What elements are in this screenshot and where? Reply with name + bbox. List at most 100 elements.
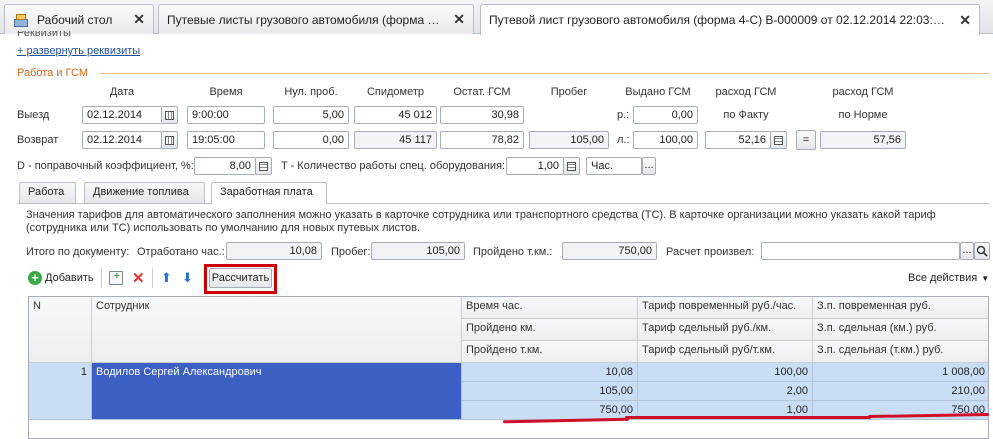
departure-zero-run-field[interactable]: 5,00 xyxy=(273,106,349,124)
calculator-icon[interactable] xyxy=(564,157,580,175)
col-time: Время xyxy=(209,86,243,98)
chevron-down-icon: ▼ xyxy=(981,273,990,283)
tab-salary[interactable]: Заработная плата xyxy=(211,182,327,204)
calendar-icon[interactable] xyxy=(162,131,178,149)
work-amount-field[interactable]: 1,00 xyxy=(506,157,564,175)
worked-hours-field[interactable]: 10,08 xyxy=(226,242,322,260)
return-fuel-fact-field[interactable]: 52,16 xyxy=(705,131,771,149)
plus-icon: + xyxy=(28,271,42,285)
header-tkm-pay[interactable]: З.п. сдельная (т.км.) руб. xyxy=(813,341,988,363)
header-hourly-rate[interactable]: Тариф повременный руб./час. xyxy=(638,297,813,319)
close-icon[interactable]: ✕ xyxy=(125,11,145,28)
calculated-by-select-button[interactable]: ... xyxy=(960,242,974,260)
totals-label: Итого по документу: xyxy=(26,246,130,258)
search-icon[interactable] xyxy=(974,242,990,260)
calculator-icon[interactable] xyxy=(256,157,272,175)
close-icon[interactable]: ✕ xyxy=(951,12,971,29)
coef-field[interactable]: 8,00 xyxy=(194,157,256,175)
hourly-pay-cell[interactable]: 1 008,00 xyxy=(813,363,988,382)
col-speedometer: Спидометр xyxy=(366,86,425,98)
tab-waybill-document[interactable]: Путевой лист грузового автомобиля (форма… xyxy=(480,4,980,35)
return-date-field[interactable]: 02.12.2014 xyxy=(82,131,162,149)
km-pay-cell[interactable]: 210,00 xyxy=(813,382,988,401)
tab-fuel-movement[interactable]: Движение топлива xyxy=(84,182,205,203)
departure-label: Выезд xyxy=(17,109,50,121)
calendar-icon[interactable] xyxy=(162,106,178,124)
col-date: Дата xyxy=(109,86,135,98)
departure-time-field[interactable]: 9:00:00 xyxy=(187,106,265,124)
fuel-fact-sublabel: по Факту xyxy=(723,109,769,121)
return-time-field[interactable]: 19:05:00 xyxy=(187,131,265,149)
tab-work[interactable]: Работа xyxy=(19,182,76,203)
tab-desktop[interactable]: Рабочий стол ✕ xyxy=(4,4,154,34)
all-actions-label: Все действия xyxy=(908,272,978,284)
toolbar-separator xyxy=(101,268,102,288)
hours-cell[interactable]: 10,08 xyxy=(462,363,638,382)
total-tkm-label: Пройдено т.км.: xyxy=(473,246,553,258)
employee-cell[interactable]: Водилов Сергей Александрович xyxy=(92,363,462,420)
return-fuel-rest-field[interactable]: 78,82 xyxy=(440,131,524,149)
all-actions-menu[interactable]: Все действия ▼ xyxy=(908,272,989,284)
move-up-icon[interactable]: ⬆ xyxy=(161,270,172,286)
header-n[interactable]: N xyxy=(29,297,92,363)
calculate-button[interactable]: Рассчитать xyxy=(209,268,272,288)
departure-date-field[interactable]: 02.12.2014 xyxy=(82,106,162,124)
requisites-label-cut: Реквизиты xyxy=(17,31,71,39)
tab-label: Путевой лист грузового автомобиля (форма… xyxy=(489,13,952,27)
departure-speedometer-field[interactable]: 45 012 xyxy=(354,106,437,124)
return-fuel-norm-field[interactable]: 57,56 xyxy=(820,131,906,149)
km-rate-cell[interactable]: 2,00 xyxy=(638,382,813,401)
return-mileage-field[interactable]: 105,00 xyxy=(529,131,609,149)
tab-label: Путевые листы грузового автомобиля (форм… xyxy=(167,12,446,27)
tab-waybills-list[interactable]: Путевые листы грузового автомобиля (форм… xyxy=(158,4,474,34)
tab-label: Рабочий стол xyxy=(37,12,113,27)
add-button-label: Добавить xyxy=(45,272,94,284)
calculator-icon[interactable] xyxy=(771,131,787,149)
row-number[interactable]: 1 xyxy=(29,363,92,420)
red-underline-annotation xyxy=(625,416,871,419)
worked-hours-label: Отработано час.: xyxy=(137,246,225,258)
delete-icon[interactable]: ✕ xyxy=(132,269,145,287)
issued-prefix-label: л.: xyxy=(617,134,630,146)
header-tkm-rate[interactable]: Тариф сдельный руб/т.км. xyxy=(638,341,813,363)
unit-select-button[interactable]: ... xyxy=(642,157,656,175)
return-zero-run-field[interactable]: 0,00 xyxy=(273,131,349,149)
header-hours[interactable]: Время час. xyxy=(462,297,638,319)
unit-field[interactable]: Час. xyxy=(586,157,642,175)
total-tkm-field[interactable]: 750,00 xyxy=(562,242,657,260)
return-fuel-issued-field[interactable]: 100,00 xyxy=(633,131,698,149)
issued-prefix-label: р.: xyxy=(617,109,630,121)
km-cell[interactable]: 105,00 xyxy=(462,382,638,401)
return-label: Возврат xyxy=(17,134,59,146)
expand-requisites-link[interactable]: + развернуть реквизиты xyxy=(17,45,140,57)
close-icon[interactable]: ✕ xyxy=(445,11,465,28)
work-amount-label: T - Количество работы спец. оборудования… xyxy=(281,160,506,172)
header-tkm[interactable]: Пройдено т.км. xyxy=(462,341,638,363)
fuel-norm-sublabel: по Норме xyxy=(838,109,888,121)
header-km-rate[interactable]: Тариф сдельный руб./км. xyxy=(638,319,813,341)
window-tab-bar: Рабочий стол ✕ Путевые листы грузового а… xyxy=(0,0,993,35)
move-down-icon[interactable]: ⬇ xyxy=(182,270,193,286)
desktop-icon xyxy=(13,12,31,28)
calculated-by-field[interactable] xyxy=(761,242,960,260)
col-fuel-fact: расход ГСМ xyxy=(715,86,777,98)
return-speedometer-field[interactable]: 45 117 xyxy=(354,131,437,149)
col-fuel-issued: Выдано ГСМ xyxy=(625,86,691,98)
header-employee[interactable]: Сотрудник xyxy=(92,297,462,363)
header-km-pay[interactable]: З.п. сдельная (км.) руб. xyxy=(813,319,988,341)
header-hourly-pay[interactable]: З.п. повременная руб. xyxy=(813,297,988,319)
info-text: Значения тарифов для автоматического зап… xyxy=(26,209,936,234)
departure-fuel-issued-field[interactable]: 0,00 xyxy=(633,106,698,124)
copy-icon[interactable]: + xyxy=(109,271,123,285)
hourly-rate-cell[interactable]: 100,00 xyxy=(638,363,813,382)
total-mileage-field[interactable]: 105,00 xyxy=(371,242,465,260)
toolbar-separator xyxy=(152,268,153,288)
header-km[interactable]: Пройдено км. xyxy=(462,319,638,341)
add-button[interactable]: + Добавить xyxy=(28,271,94,285)
equals-button[interactable]: = xyxy=(796,130,816,150)
calculated-by-label: Расчет произвел: xyxy=(666,246,755,258)
col-mileage: Пробег xyxy=(550,86,588,98)
col-fuel-norm: расход ГСМ xyxy=(832,86,894,98)
departure-fuel-rest-field[interactable]: 30,98 xyxy=(440,106,524,124)
col-zero-run: Нул. проб. xyxy=(284,86,338,98)
